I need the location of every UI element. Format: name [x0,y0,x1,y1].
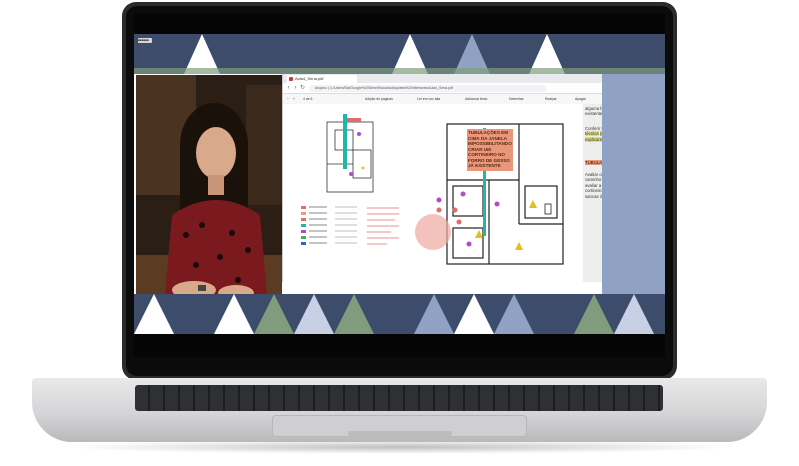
pdf-icon [289,77,293,81]
top-pattern [134,34,665,74]
pdf-page: TUBULAÇÕES EM CIMA DA JANELA IMPOSSIBILI… [283,104,583,282]
reload-button[interactable]: ↻ [299,84,306,92]
bottom-pattern [134,294,665,334]
toolbar-add-text[interactable]: Adicionar texto [465,94,487,104]
zoom-in-button[interactable]: + [293,94,295,104]
page-indicator[interactable]: 4 de 6 [303,94,312,104]
webcam-feed [136,75,282,305]
toolbar-read-aloud[interactable]: Ler em voz alta [417,94,440,104]
toolbar-draw[interactable]: Desenhar [509,94,524,104]
floor-plan-drawing [301,114,564,265]
toolbar-add-pages[interactable]: Adição de páginas [365,94,393,104]
laptop-notch [348,431,452,438]
presenter-image [136,75,282,305]
back-button[interactable]: ‹ [285,84,292,92]
slide-side-panel [602,74,665,294]
tab-pdf[interactable]: Aula4_Sena.pdf [287,75,357,83]
highlight-circle [415,214,451,250]
toolbar-erase[interactable]: Apagar [575,94,586,104]
laptop-keyboard [135,385,663,411]
annotation-callout: TUBULAÇÕES EM CIMA DA JANELA IMPOSSIBILI… [467,129,513,171]
slide-badge: ■■■■■■ [138,38,152,43]
laptop-shadow [60,440,740,454]
laptop-screen: ■■■■■■ Aula4_Sena.pdf ‹ › ↻ Arquivo | C:… [134,14,665,357]
tab-title: Aula4_Sena.pdf [295,76,324,81]
zoom-out-button[interactable]: − [287,94,289,104]
url-input[interactable]: Arquivo | C:/Users/Sta/Google%20Drive/Es… [309,84,547,92]
toolbar-highlight[interactable]: Realçar [545,94,557,104]
forward-button[interactable]: › [292,84,299,92]
